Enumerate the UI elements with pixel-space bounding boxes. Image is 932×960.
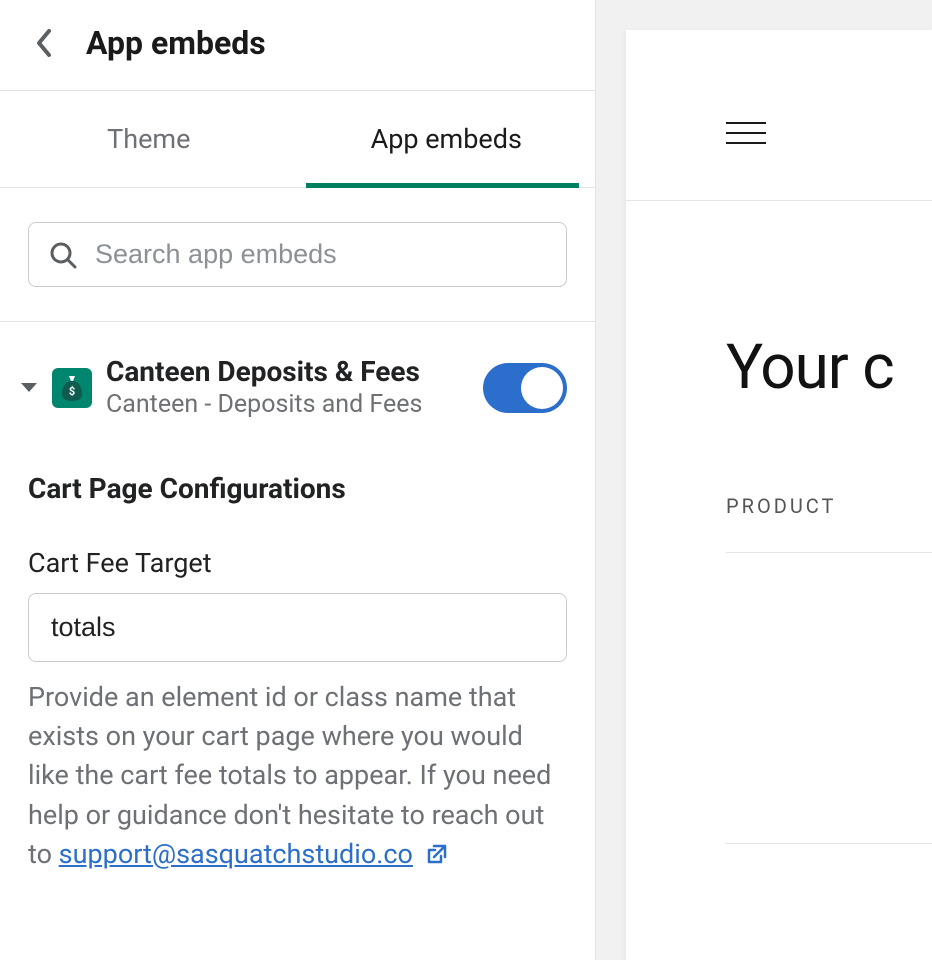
caret-down-icon[interactable] (20, 382, 38, 394)
page-title: App embeds (86, 24, 266, 62)
tab-bar: Theme App embeds (0, 90, 595, 188)
search-box[interactable] (28, 222, 567, 287)
preview-hr-top (726, 552, 932, 553)
svg-text:$: $ (69, 385, 75, 398)
embed-title: Canteen Deposits & Fees (106, 354, 469, 389)
preview-divider (626, 200, 932, 201)
search-container (0, 188, 595, 322)
external-link-icon (426, 837, 448, 876)
preview-topbar (626, 66, 932, 200)
embed-toggle[interactable] (483, 363, 567, 413)
preview-frame: Your c PRODUCT (626, 30, 932, 960)
panel-header: App embeds (0, 0, 595, 90)
toggle-knob (521, 367, 563, 409)
hamburger-menu[interactable] (726, 122, 766, 144)
search-input[interactable] (95, 239, 546, 270)
embed-text: Canteen Deposits & Fees Canteen - Deposi… (106, 354, 469, 422)
cart-fee-target-input[interactable] (28, 593, 567, 662)
cart-fee-target-label: Cart Fee Target (28, 547, 567, 579)
cart-fee-target-help: Provide an element id or class name that… (28, 678, 567, 877)
search-icon (49, 241, 77, 269)
back-button[interactable] (28, 27, 60, 59)
preview-heading: Your c (726, 331, 932, 404)
preview-hr-bottom (726, 843, 932, 844)
config-section: Cart Page Configurations Cart Fee Target… (0, 442, 595, 877)
sidebar-panel: App embeds Theme App embeds $ Canteen De… (0, 0, 596, 960)
preview-area: Your c PRODUCT (596, 0, 932, 960)
app-icon: $ (52, 368, 92, 408)
money-bag-icon: $ (60, 374, 84, 402)
section-title: Cart Page Configurations (28, 472, 567, 505)
tab-app-embeds[interactable]: App embeds (298, 91, 596, 187)
embed-item: $ Canteen Deposits & Fees Canteen - Depo… (0, 322, 595, 442)
embed-subtitle: Canteen - Deposits and Fees (106, 389, 469, 422)
chevron-left-icon (35, 28, 53, 58)
preview-column-label: PRODUCT (726, 494, 932, 518)
tab-theme[interactable]: Theme (0, 91, 298, 187)
support-link[interactable]: support@sasquatchstudio.co (59, 838, 413, 870)
